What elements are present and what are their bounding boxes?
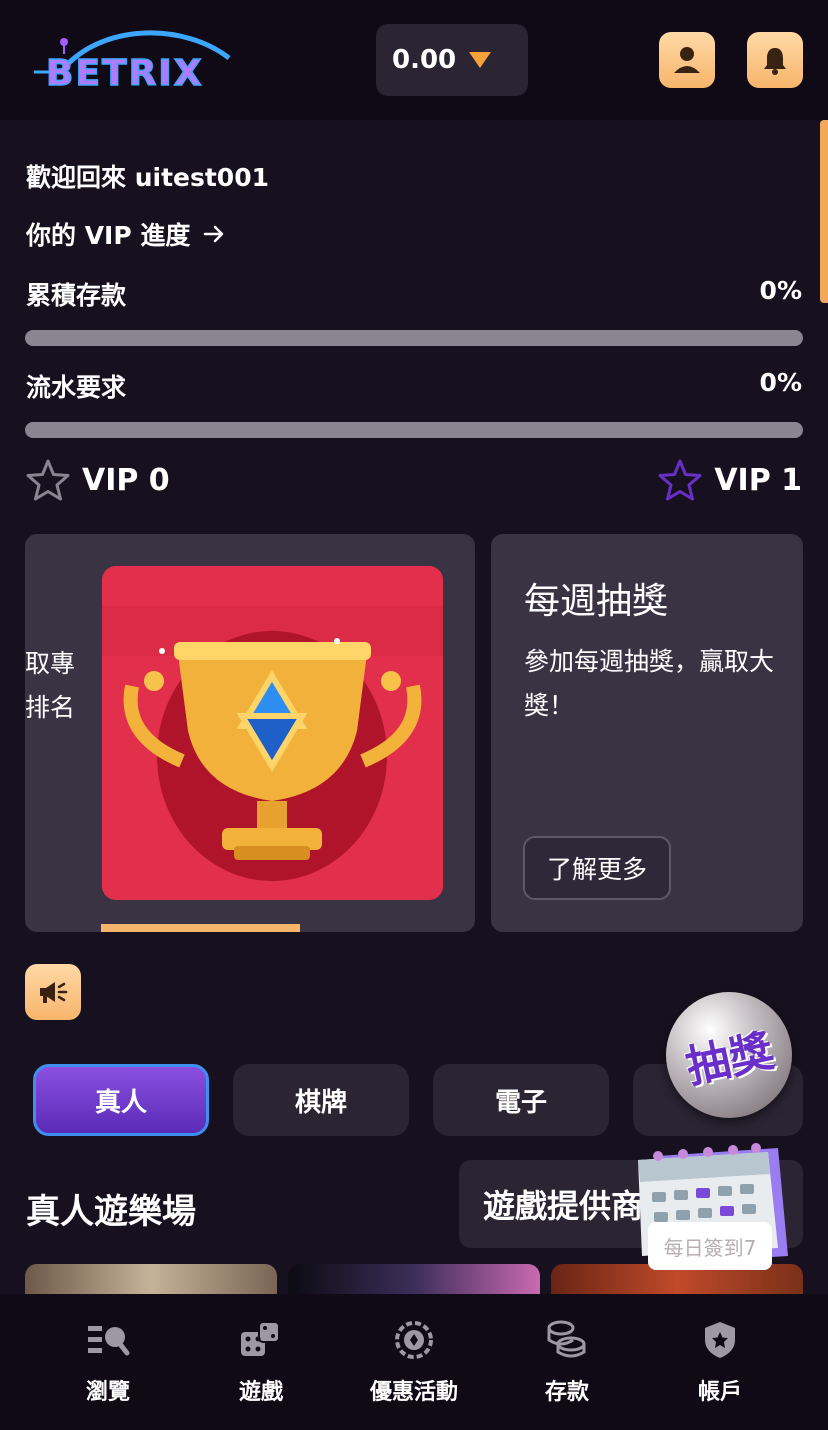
deposit-percent: 0% — [759, 276, 802, 305]
user-profile-button[interactable] — [659, 32, 715, 88]
lottery-float-label: 抽獎 — [681, 1025, 779, 1094]
coins-icon — [547, 1320, 586, 1358]
balance-selector[interactable]: 0.00 — [376, 24, 528, 96]
star-outline-icon — [658, 459, 702, 501]
turnover-progress-bar — [25, 422, 803, 438]
vip-current-label: VIP 0 — [82, 462, 170, 498]
nav-games[interactable]: 遊戲 — [185, 1294, 337, 1430]
daily-checkin-label[interactable]: 每日簽到7 — [648, 1222, 772, 1270]
arrow-right-icon — [204, 225, 224, 243]
turnover-label: 流水要求 — [26, 373, 127, 402]
deposit-progress-bar — [25, 330, 803, 346]
vip-progress-link[interactable]: 你的 VIP 進度 — [26, 216, 226, 252]
turnover-percent: 0% — [759, 368, 802, 397]
promo-text-line: 取專 — [25, 649, 76, 678]
vip-progress-label: 你的 VIP 進度 — [26, 221, 191, 250]
tab-electronic[interactable]: 電子 — [433, 1064, 609, 1136]
user-icon — [674, 47, 700, 73]
nav-account[interactable]: 帳戶 — [644, 1294, 796, 1430]
dice-icon — [241, 1321, 280, 1356]
nav-deposit[interactable]: 存款 — [491, 1294, 643, 1430]
welcome-greeting: 歡迎回來 uitest001 — [26, 163, 269, 192]
section-title: 真人遊樂場 — [26, 1192, 196, 1232]
promotion-icon — [395, 1321, 433, 1359]
trophy-image — [102, 566, 443, 900]
promo-card-title: 每週抽獎 — [524, 581, 669, 622]
tab-live[interactable]: 真人 — [33, 1064, 209, 1136]
scroll-indicator[interactable] — [820, 120, 828, 303]
nav-browse[interactable]: 瀏覽 — [32, 1294, 184, 1430]
learn-more-button[interactable]: 了解更多 — [523, 836, 671, 900]
carousel-progress-indicator — [101, 924, 300, 932]
vip-next-level: VIP 1 — [658, 458, 802, 502]
bottom-nav: 瀏覽 遊戲 優惠活動 存款 帳戶 — [0, 1294, 828, 1430]
caret-down-icon — [469, 52, 491, 68]
vip-next-label: VIP 1 — [714, 462, 802, 498]
promo-card-weekly-lottery[interactable]: 每週抽獎 參加每週抽獎，贏取大獎！ 了解更多 — [491, 534, 803, 932]
balance-value: 0.00 — [392, 45, 457, 75]
nav-promotions[interactable]: 優惠活動 — [338, 1294, 490, 1430]
lottery-float-button[interactable]: 抽獎 — [666, 992, 792, 1118]
nav-label: 帳戶 — [697, 1380, 742, 1405]
promo-card-text: 取專 排名 — [25, 642, 75, 730]
promo-card-tournament[interactable]: 取專 排名 — [25, 534, 475, 932]
vip-current-level: VIP 0 — [26, 458, 170, 502]
announcement-button[interactable] — [25, 964, 81, 1020]
tab-chess-cards[interactable]: 棋牌 — [233, 1064, 409, 1136]
nav-label: 遊戲 — [238, 1380, 283, 1405]
shield-star-icon — [705, 1322, 735, 1358]
megaphone-icon — [40, 982, 68, 1003]
promo-card-description: 參加每週抽獎，贏取大獎！ — [524, 647, 775, 720]
promo-text-line: 排名 — [25, 693, 76, 722]
bell-icon — [764, 48, 786, 75]
game-provider-label: 遊戲提供商 — [483, 1187, 644, 1225]
deposit-label: 累積存款 — [26, 281, 127, 310]
nav-label: 優惠活動 — [369, 1380, 458, 1405]
browse-icon — [88, 1326, 130, 1356]
betrix-logo[interactable]: BETRIX — [24, 28, 246, 98]
star-outline-icon — [26, 459, 70, 501]
nav-label: 存款 — [544, 1380, 589, 1405]
svg-text:BETRIX: BETRIX — [46, 53, 203, 94]
trophy-icon — [102, 566, 443, 900]
nav-label: 瀏覽 — [85, 1380, 130, 1405]
notification-button[interactable] — [747, 32, 803, 88]
header: BETRIX 0.00 — [0, 0, 828, 120]
